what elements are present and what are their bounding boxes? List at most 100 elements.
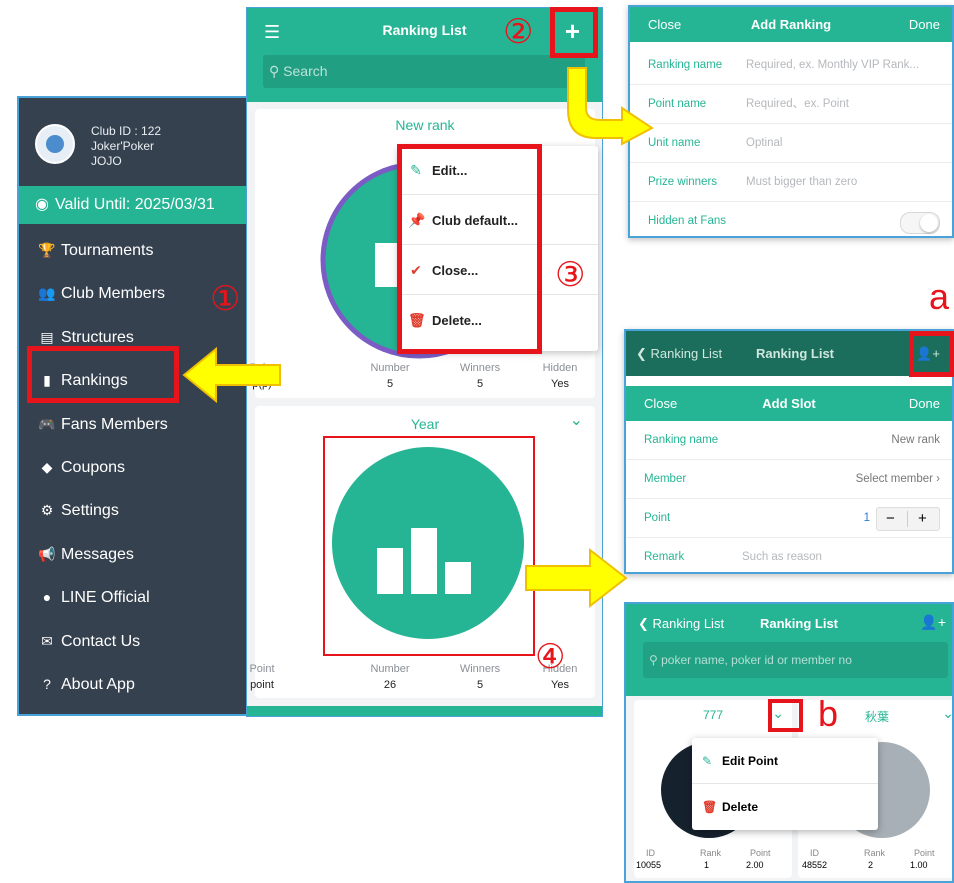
stat-label: Rank [700,848,722,858]
sidebar-item-fans-members[interactable]: 🎮 Fans Members [19,403,273,446]
chat-icon: ● [42,589,52,606]
done-button[interactable]: Done [909,386,940,421]
member-select[interactable]: Member Select member › [626,460,952,499]
stat-value: point [250,679,274,691]
sidebar-item-label: About App [61,675,135,693]
highlight-rankings [27,346,179,403]
add-slot-screen: ❮ Ranking List Ranking List 👤+ Add Slot … [624,329,954,574]
club-avatar [35,124,75,164]
sidebar-item-tournaments[interactable]: 🏆 Tournaments [19,229,273,272]
stat-label: Winners [459,362,501,374]
stat-value: 5 [476,679,484,691]
sidebar-item-label: Coupons [61,458,126,476]
close-button[interactable]: Close [644,386,677,421]
highlight-add-slot [909,331,954,377]
annotation-a: a [929,276,950,317]
menu-item-delete[interactable]: 🗑 Delete [692,785,878,830]
stat-label: Point [249,663,275,675]
menu-item-edit-point[interactable]: ✎ Edit Point [692,738,878,784]
slot-action-menu: ✎ Edit Point 🗑 Delete [692,738,878,830]
search-icon: ⚲ [269,63,284,79]
sidebar-item-contact-us[interactable]: ✉ Contact Us [19,620,273,663]
slot-list-header: ❮ Ranking List Ranking List 👤+ ⚲ poker n… [626,604,952,696]
back-button[interactable]: ❮ Ranking List [638,616,724,632]
stat-label: Point [914,848,935,858]
sidebar-item-label: Structures [61,328,134,346]
ranking-card-title: Year [410,416,440,432]
highlight-chevron [768,699,803,732]
mail-icon: ✉ [41,632,53,649]
sidebar-item-line-official[interactable]: ● LINE Official [19,576,273,619]
annotation-1: ① [210,280,241,318]
club-name: Joker'Poker [91,139,154,153]
plus-icon[interactable]: + [918,508,927,530]
point-value: 1 [863,512,870,524]
arrow-to-add-ranking [567,67,654,146]
hidden-at-fans-row: Hidden at Fans [630,202,952,236]
bottom-bar [247,706,602,716]
point-row: Point 1 − + [626,499,952,538]
stat-label: Number [370,362,410,374]
sidebar-item-coupons[interactable]: ◆ Coupons [19,446,273,489]
stat-label: Number [370,663,410,675]
sidebar-item-about-app[interactable]: ? About App [19,663,273,706]
stat-value: 26 [383,679,397,691]
hidden-at-fans-toggle[interactable] [900,212,940,234]
stat-label: ID [810,848,819,858]
trophy-icon: 🏆 [38,242,56,258]
annotation-3: ③ [555,256,586,294]
arrow-to-add-slot [525,547,628,609]
point-stepper[interactable]: − + [876,507,940,531]
minus-icon[interactable]: − [886,508,895,530]
highlight-action-menu [397,144,542,354]
add-slot-form: Add Slot Close Done Ranking name New rank… [626,386,952,572]
stat-label: ID [646,848,655,858]
club-id: Club ID : 122 [91,124,162,138]
annotation-2: ② [503,13,534,51]
remark-field[interactable]: Remark Such as reason [626,538,952,572]
valid-until-text: Valid Until: 2025/03/31 [54,196,215,213]
unit-name-field[interactable]: Unit name Optinal [630,124,952,163]
ranking-name-field[interactable]: Ranking name Required, ex. Monthly VIP Ra… [630,46,952,85]
chevron-down-icon[interactable]: ⌄ [570,410,583,430]
slot-id: 48552 [802,860,828,870]
tag-icon: ◆ [41,458,53,475]
slot-id: 10055 [636,860,662,870]
sidebar-item-settings[interactable]: ⚙ Settings [19,489,273,532]
club-user: JOJO [91,154,122,168]
slot-rank: 1 [704,860,710,870]
close-button[interactable]: Close [648,7,681,42]
highlight-add-button [550,7,598,58]
background-title: Ranking List [756,346,835,361]
search-input[interactable]: ⚲ poker name, poker id or member no [643,642,948,678]
chevron-right-icon: › [936,473,940,485]
sidebar-item-label: Messages [61,545,134,563]
sidebar-item-label: LINE Official [61,589,150,607]
back-button[interactable]: ❮ Ranking List [636,331,722,376]
page-title: Ranking List [760,616,839,631]
search-input[interactable]: ⚲ Search [263,55,585,88]
slot-point: 1.00 [910,860,928,870]
sidebar-item-messages[interactable]: 📢 Messages [19,533,273,576]
megaphone-icon: 📢 [38,545,56,562]
sidebar-item-label: Contact Us [61,632,141,650]
club-info: Club ID : 122 Joker'Poker JOJO [19,98,273,186]
prize-winners-field[interactable]: Prize winners Must bigger than zero [630,163,952,202]
slot-point: 2.00 [746,860,764,870]
stat-value: 5 [386,378,394,390]
members-icon: 👥 [38,285,56,302]
ranking-name-value: New rank [891,434,940,446]
form-header: Add Ranking Close Done [630,7,952,42]
ranking-card-title: New rank [395,117,455,133]
stat-value: Yes [551,378,569,390]
arrow-to-rankings [182,346,281,404]
slot-rank: 2 [868,860,874,870]
add-ranking-form: Add Ranking Close Done Ranking name Requi… [628,5,954,238]
gear-icon: ⚙ [40,502,54,519]
point-name-field[interactable]: Point name Required、ex. Point [630,85,952,124]
done-button[interactable]: Done [909,7,940,42]
chevron-down-icon[interactable]: ⌄ [942,705,952,722]
add-slot-icon[interactable]: 👤+ [920,614,946,631]
stat-value: Yes [551,679,569,691]
gamepad-icon: 🎮 [38,415,56,432]
